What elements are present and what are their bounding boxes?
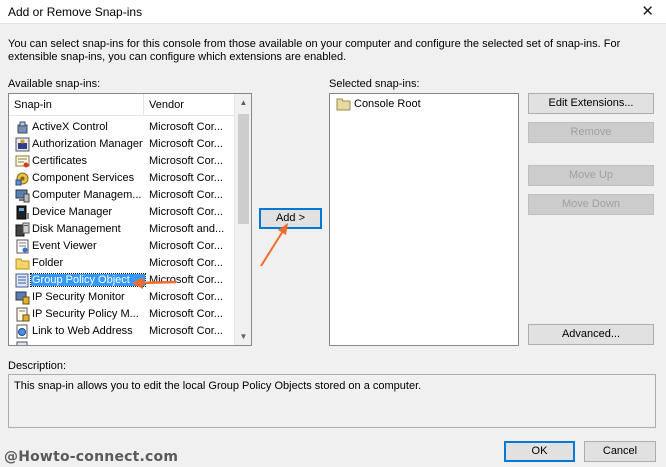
snapin-vendor: Microsoft Cor... — [149, 240, 223, 252]
scroll-up-arrow-icon[interactable]: ▲ — [235, 94, 251, 111]
snapin-name: IP Security Monitor — [32, 291, 125, 303]
advanced-button[interactable]: Advanced... — [528, 324, 654, 345]
snapin-name: Certificates — [32, 155, 88, 167]
cancel-button[interactable]: Cancel — [584, 441, 656, 462]
ip-security-icon — [15, 291, 30, 305]
computer-management-icon — [15, 189, 30, 203]
event-viewer-icon — [16, 239, 29, 254]
snapin-name: Link to Web Address — [32, 325, 133, 337]
ok-button[interactable]: OK — [504, 441, 575, 462]
selected-snapins-label: Selected snap-ins: — [329, 78, 420, 90]
component-services-icon — [15, 172, 29, 186]
snapin-name: Device Manager — [32, 206, 113, 218]
authorization-icon — [15, 137, 30, 152]
snapin-name: Disk Management — [32, 223, 121, 235]
snapin-icon — [16, 341, 28, 345]
list-item[interactable]: Device Manager Microsoft Cor... — [9, 204, 235, 221]
list-item[interactable]: Event Viewer Microsoft Cor... — [9, 238, 235, 255]
snapin-vendor: Microsoft Cor... — [149, 257, 223, 269]
snapin-name: Component Services — [32, 172, 135, 184]
snapin-name: Event Viewer — [32, 240, 97, 252]
snapin-name: IP Security Policy M... — [32, 308, 139, 320]
group-policy-icon — [15, 273, 29, 288]
list-item[interactable]: Authorization Manager Microsoft Cor... — [9, 136, 235, 153]
tree-item-label: Console Root — [354, 98, 421, 110]
snapin-vendor: Microsoft Cor... — [149, 121, 223, 133]
snapin-name: Authorization Manager — [32, 138, 143, 150]
watermark: @Howto-connect.com — [4, 449, 179, 465]
description-box: This snap-in allows you to edit the loca… — [8, 374, 656, 428]
column-header-vendor[interactable]: Vendor — [149, 99, 184, 111]
snapin-vendor: Microsoft Cor... — [149, 325, 223, 337]
device-manager-icon — [16, 205, 29, 220]
snapin-name: Folder — [32, 257, 64, 269]
snapin-vendor: Microsoft Cor... — [149, 308, 223, 320]
vertical-scrollbar[interactable]: ▲ ▼ — [234, 94, 251, 345]
list-item-selected[interactable]: Group Policy Object ... Microsoft Cor... — [9, 272, 235, 289]
snapin-name: Group Policy Object ... — [30, 273, 146, 287]
scrollbar-thumb[interactable] — [238, 114, 249, 224]
window-title: Add or Remove Snap-ins — [8, 5, 143, 19]
snapin-name: Computer Managem... — [32, 189, 142, 201]
list-item-partial[interactable] — [9, 340, 235, 345]
list-item[interactable]: Link to Web Address Microsoft Cor... — [9, 323, 235, 340]
intro-text: You can select snap-ins for this console… — [8, 38, 621, 63]
description-label: Description: — [8, 360, 67, 372]
certificate-icon — [15, 155, 30, 168]
list-item[interactable]: IP Security Policy M... Microsoft Cor... — [9, 306, 235, 323]
column-header-snapin[interactable]: Snap-in — [14, 99, 52, 111]
scroll-down-arrow-icon[interactable]: ▼ — [235, 328, 251, 345]
snapin-vendor: Microsoft Cor... — [149, 138, 223, 150]
snapin-vendor: Microsoft Cor... — [149, 172, 223, 184]
snapin-vendor: Microsoft Cor... — [149, 189, 223, 201]
selected-snapins-list[interactable]: Console Root — [329, 93, 519, 346]
disk-management-icon — [15, 222, 30, 237]
column-divider[interactable] — [143, 94, 144, 116]
list-item[interactable]: Folder Microsoft Cor... — [9, 255, 235, 272]
edit-extensions-button[interactable]: Edit Extensions... — [528, 93, 654, 114]
snapin-vendor: Microsoft and... — [149, 223, 225, 235]
annotation-arrow-to-add-icon — [260, 223, 288, 267]
description-text: This snap-in allows you to edit the loca… — [14, 380, 422, 392]
move-up-button[interactable]: Move Up — [528, 165, 654, 186]
list-item[interactable]: Component Services Microsoft Cor... — [9, 170, 235, 187]
web-link-icon — [16, 324, 28, 339]
snapin-vendor: Microsoft Cor... — [149, 291, 223, 303]
move-down-button[interactable]: Move Down — [528, 194, 654, 215]
snapin-vendor: Microsoft Cor... — [149, 206, 223, 218]
list-header: Snap-in Vendor — [9, 94, 235, 116]
remove-button[interactable]: Remove — [528, 122, 654, 143]
add-remove-snapins-dialog: Add or Remove Snap-ins ✕ You can select … — [0, 0, 666, 467]
snapin-name: ActiveX Control — [32, 121, 108, 133]
list-item[interactable]: IP Security Monitor Microsoft Cor... — [9, 289, 235, 306]
snapin-vendor: Microsoft Cor... — [149, 274, 223, 286]
list-item[interactable]: Disk Management Microsoft and... — [9, 221, 235, 238]
folder-icon — [336, 98, 351, 111]
activex-icon — [17, 121, 28, 134]
add-button[interactable]: Add > — [259, 208, 322, 229]
available-snapins-list[interactable]: Snap-in Vendor ActiveX Control Microsoft… — [8, 93, 252, 346]
list-item[interactable]: Certificates Microsoft Cor... — [9, 153, 235, 170]
snapin-vendor: Microsoft Cor... — [149, 155, 223, 167]
list-item[interactable]: Computer Managem... Microsoft Cor... — [9, 187, 235, 204]
title-bar[interactable]: Add or Remove Snap-ins ✕ — [0, 0, 666, 24]
available-snapins-label: Available snap-ins: — [8, 78, 101, 90]
close-icon[interactable]: ✕ — [641, 2, 654, 20]
ip-security-policy-icon — [16, 307, 30, 322]
folder-icon — [15, 258, 30, 270]
list-item[interactable]: ActiveX Control Microsoft Cor... — [9, 119, 235, 136]
